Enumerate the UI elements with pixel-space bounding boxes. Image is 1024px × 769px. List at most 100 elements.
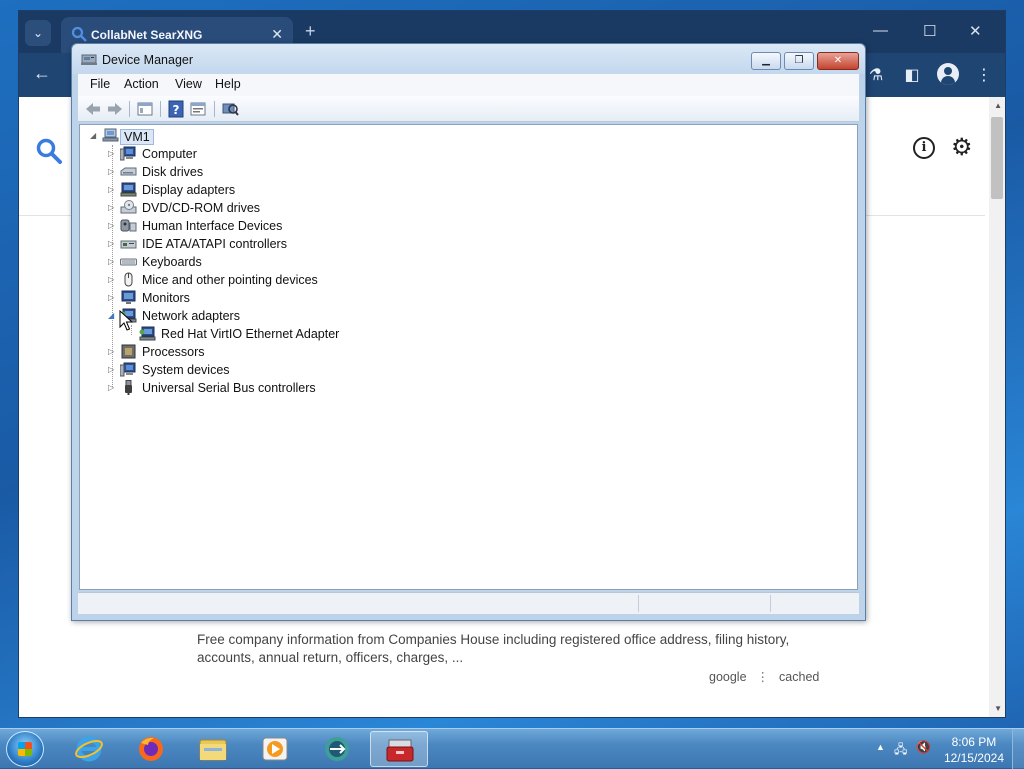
back-icon[interactable] xyxy=(84,100,102,118)
tree-root-label: VM1 xyxy=(120,129,154,145)
properties-icon[interactable] xyxy=(189,100,207,118)
maximize-icon[interactable]: ☐ xyxy=(923,22,936,40)
taskbar-firefox[interactable] xyxy=(122,731,180,767)
cached-link[interactable]: cached xyxy=(779,670,819,684)
page-scrollbar[interactable]: ▲ ▼ xyxy=(989,97,1005,717)
tree-item-label: Display adapters xyxy=(142,183,236,197)
help-icon[interactable]: ? xyxy=(167,100,185,118)
start-button[interactable] xyxy=(6,731,44,767)
teamviewer-icon xyxy=(325,737,349,761)
tab-close-icon[interactable]: ✕ xyxy=(271,26,283,43)
expand-arrow-icon[interactable]: ▷ xyxy=(108,256,118,268)
disk-drive-icon xyxy=(120,167,137,176)
tree-item-display-adapters[interactable]: ▷ Display adapters xyxy=(108,181,408,199)
media-player-icon xyxy=(262,737,288,761)
show-desktop-button[interactable] xyxy=(1012,729,1024,769)
tab-title: CollabNet SearXNG xyxy=(91,28,203,42)
minimize-icon[interactable]: — xyxy=(873,22,888,39)
volume-muted-icon[interactable]: 🔇 xyxy=(916,740,931,754)
menu-view[interactable]: View xyxy=(175,77,202,91)
device-manager-window: Device Manager ▁ ❐ ✕ File Action View He… xyxy=(71,43,866,621)
tree-item-usb-controllers[interactable]: ▷ Universal Serial Bus controllers xyxy=(108,379,408,397)
expand-arrow-icon[interactable]: ▷ xyxy=(108,238,118,250)
tree-item-system-devices[interactable]: ▷ System devices xyxy=(108,361,408,379)
tab-search-button[interactable]: ⌄ xyxy=(25,20,51,46)
expand-arrow-icon[interactable]: ▷ xyxy=(108,148,118,160)
tree-item-ide-ata-atapi-controllers[interactable]: ▷ IDE ATA/ATAPI controllers xyxy=(108,235,408,253)
tree-item-label: System devices xyxy=(142,363,230,377)
new-tab-button[interactable]: + xyxy=(305,21,316,42)
tree-item-keyboards[interactable]: ▷ Keyboards xyxy=(108,253,408,271)
taskbar-internet-explorer[interactable] xyxy=(60,731,118,767)
expand-arrow-icon[interactable]: ▷ xyxy=(108,382,118,394)
dvd-drive-icon xyxy=(120,200,137,214)
info-icon[interactable]: i xyxy=(913,137,935,159)
forward-icon[interactable] xyxy=(106,100,124,118)
device-tree: ◢ VM1 ▷ Computer ▷ Disk drives ▷ Display… xyxy=(79,124,858,590)
command-toolbar: ? xyxy=(78,96,859,122)
tree-item-label: DVD/CD-ROM drives xyxy=(142,201,261,215)
scroll-up-icon[interactable]: ▲ xyxy=(994,101,1002,110)
minimize-button[interactable]: ▁ xyxy=(751,52,781,70)
expand-arrow-icon[interactable]: ▷ xyxy=(108,166,118,178)
profile-avatar-icon[interactable] xyxy=(937,63,959,85)
network-icon[interactable]: 🖧 xyxy=(894,740,907,761)
expand-arrow-icon[interactable]: ▷ xyxy=(108,292,118,304)
side-panel-icon[interactable]: ◧ xyxy=(901,65,923,85)
tree-root[interactable]: ◢ VM1 xyxy=(90,127,290,145)
status-cell xyxy=(638,595,639,612)
scan-hardware-icon[interactable] xyxy=(221,100,239,118)
link-separator: ⋮ xyxy=(756,670,770,684)
show-hidden-icons-icon[interactable]: ▲ xyxy=(876,742,885,752)
tree-item-human-interface-devices[interactable]: ▷ Human Interface Devices xyxy=(108,217,408,235)
menu-bar: File Action View Help xyxy=(78,74,859,96)
device-manager-titlebar[interactable]: Device Manager ▁ ❐ ✕ xyxy=(72,44,865,74)
window-title: Device Manager xyxy=(102,53,194,67)
expand-arrow-icon[interactable]: ▷ xyxy=(108,184,118,196)
tree-item-computer[interactable]: ▷ Computer xyxy=(108,145,408,163)
collapse-arrow-icon[interactable]: ◢ xyxy=(108,310,118,322)
search-icon[interactable] xyxy=(35,137,63,165)
taskbar-teamviewer[interactable] xyxy=(308,731,366,767)
taskbar-media-player[interactable] xyxy=(246,731,304,767)
menu-help[interactable]: Help xyxy=(215,77,241,91)
expand-arrow-icon[interactable]: ▷ xyxy=(108,220,118,232)
expand-arrow-icon[interactable]: ▷ xyxy=(108,346,118,358)
browser-menu-icon[interactable]: ⋮ xyxy=(973,65,995,85)
menu-file[interactable]: File xyxy=(90,77,110,91)
ethernet-adapter-icon xyxy=(139,326,156,341)
tree-item-label: Disk drives xyxy=(142,165,204,179)
toolbox-icon xyxy=(386,739,414,762)
back-arrow-icon[interactable]: ← xyxy=(33,63,51,84)
tree-item-network-adapters[interactable]: ◢ Network adapters xyxy=(108,307,408,325)
expand-arrow-icon[interactable]: ▷ xyxy=(108,364,118,376)
tree-item-red-hat-virtio-ethernet-adapter[interactable]: Red Hat VirtIO Ethernet Adapter xyxy=(127,325,427,343)
close-button[interactable]: ✕ xyxy=(817,52,859,70)
tree-item-disk-drives[interactable]: ▷ Disk drives xyxy=(108,163,408,181)
expand-arrow-icon[interactable]: ▷ xyxy=(108,202,118,214)
taskbar: ▲ 🖧 🔇 8:06 PM 12/15/2024 xyxy=(0,728,1024,769)
taskbar-file-explorer[interactable] xyxy=(184,731,242,767)
labs-flask-icon[interactable]: ⚗ xyxy=(865,65,887,85)
console-tree-icon[interactable] xyxy=(136,100,154,118)
taskbar-device-manager[interactable] xyxy=(370,731,428,767)
google-link[interactable]: google xyxy=(709,670,747,684)
internet-explorer-icon xyxy=(75,736,103,762)
close-icon[interactable]: ✕ xyxy=(969,22,982,40)
scroll-down-icon[interactable]: ▼ xyxy=(994,704,1002,713)
menu-action[interactable]: Action xyxy=(124,77,159,91)
settings-gear-icon[interactable]: ⚙ xyxy=(951,136,973,160)
tree-item-mice[interactable]: ▷ Mice and other pointing devices xyxy=(108,271,408,289)
display-adapter-icon xyxy=(120,182,137,197)
clock[interactable]: 8:06 PM 12/15/2024 xyxy=(944,734,1004,766)
scroll-thumb[interactable] xyxy=(991,117,1003,199)
tree-item-monitors[interactable]: ▷ Monitors xyxy=(108,289,408,307)
restore-button[interactable]: ❐ xyxy=(784,52,814,70)
tree-item-processors[interactable]: ▷ Processors xyxy=(108,343,408,361)
monitor-icon xyxy=(121,290,136,304)
expand-arrow-icon[interactable]: ▷ xyxy=(108,274,118,286)
tree-item-label: Processors xyxy=(142,345,205,359)
system-devices-icon xyxy=(120,362,136,377)
collapse-arrow-icon[interactable]: ◢ xyxy=(90,130,100,142)
tree-item-dvd-cd-rom-drives[interactable]: ▷ DVD/CD-ROM drives xyxy=(108,199,408,217)
